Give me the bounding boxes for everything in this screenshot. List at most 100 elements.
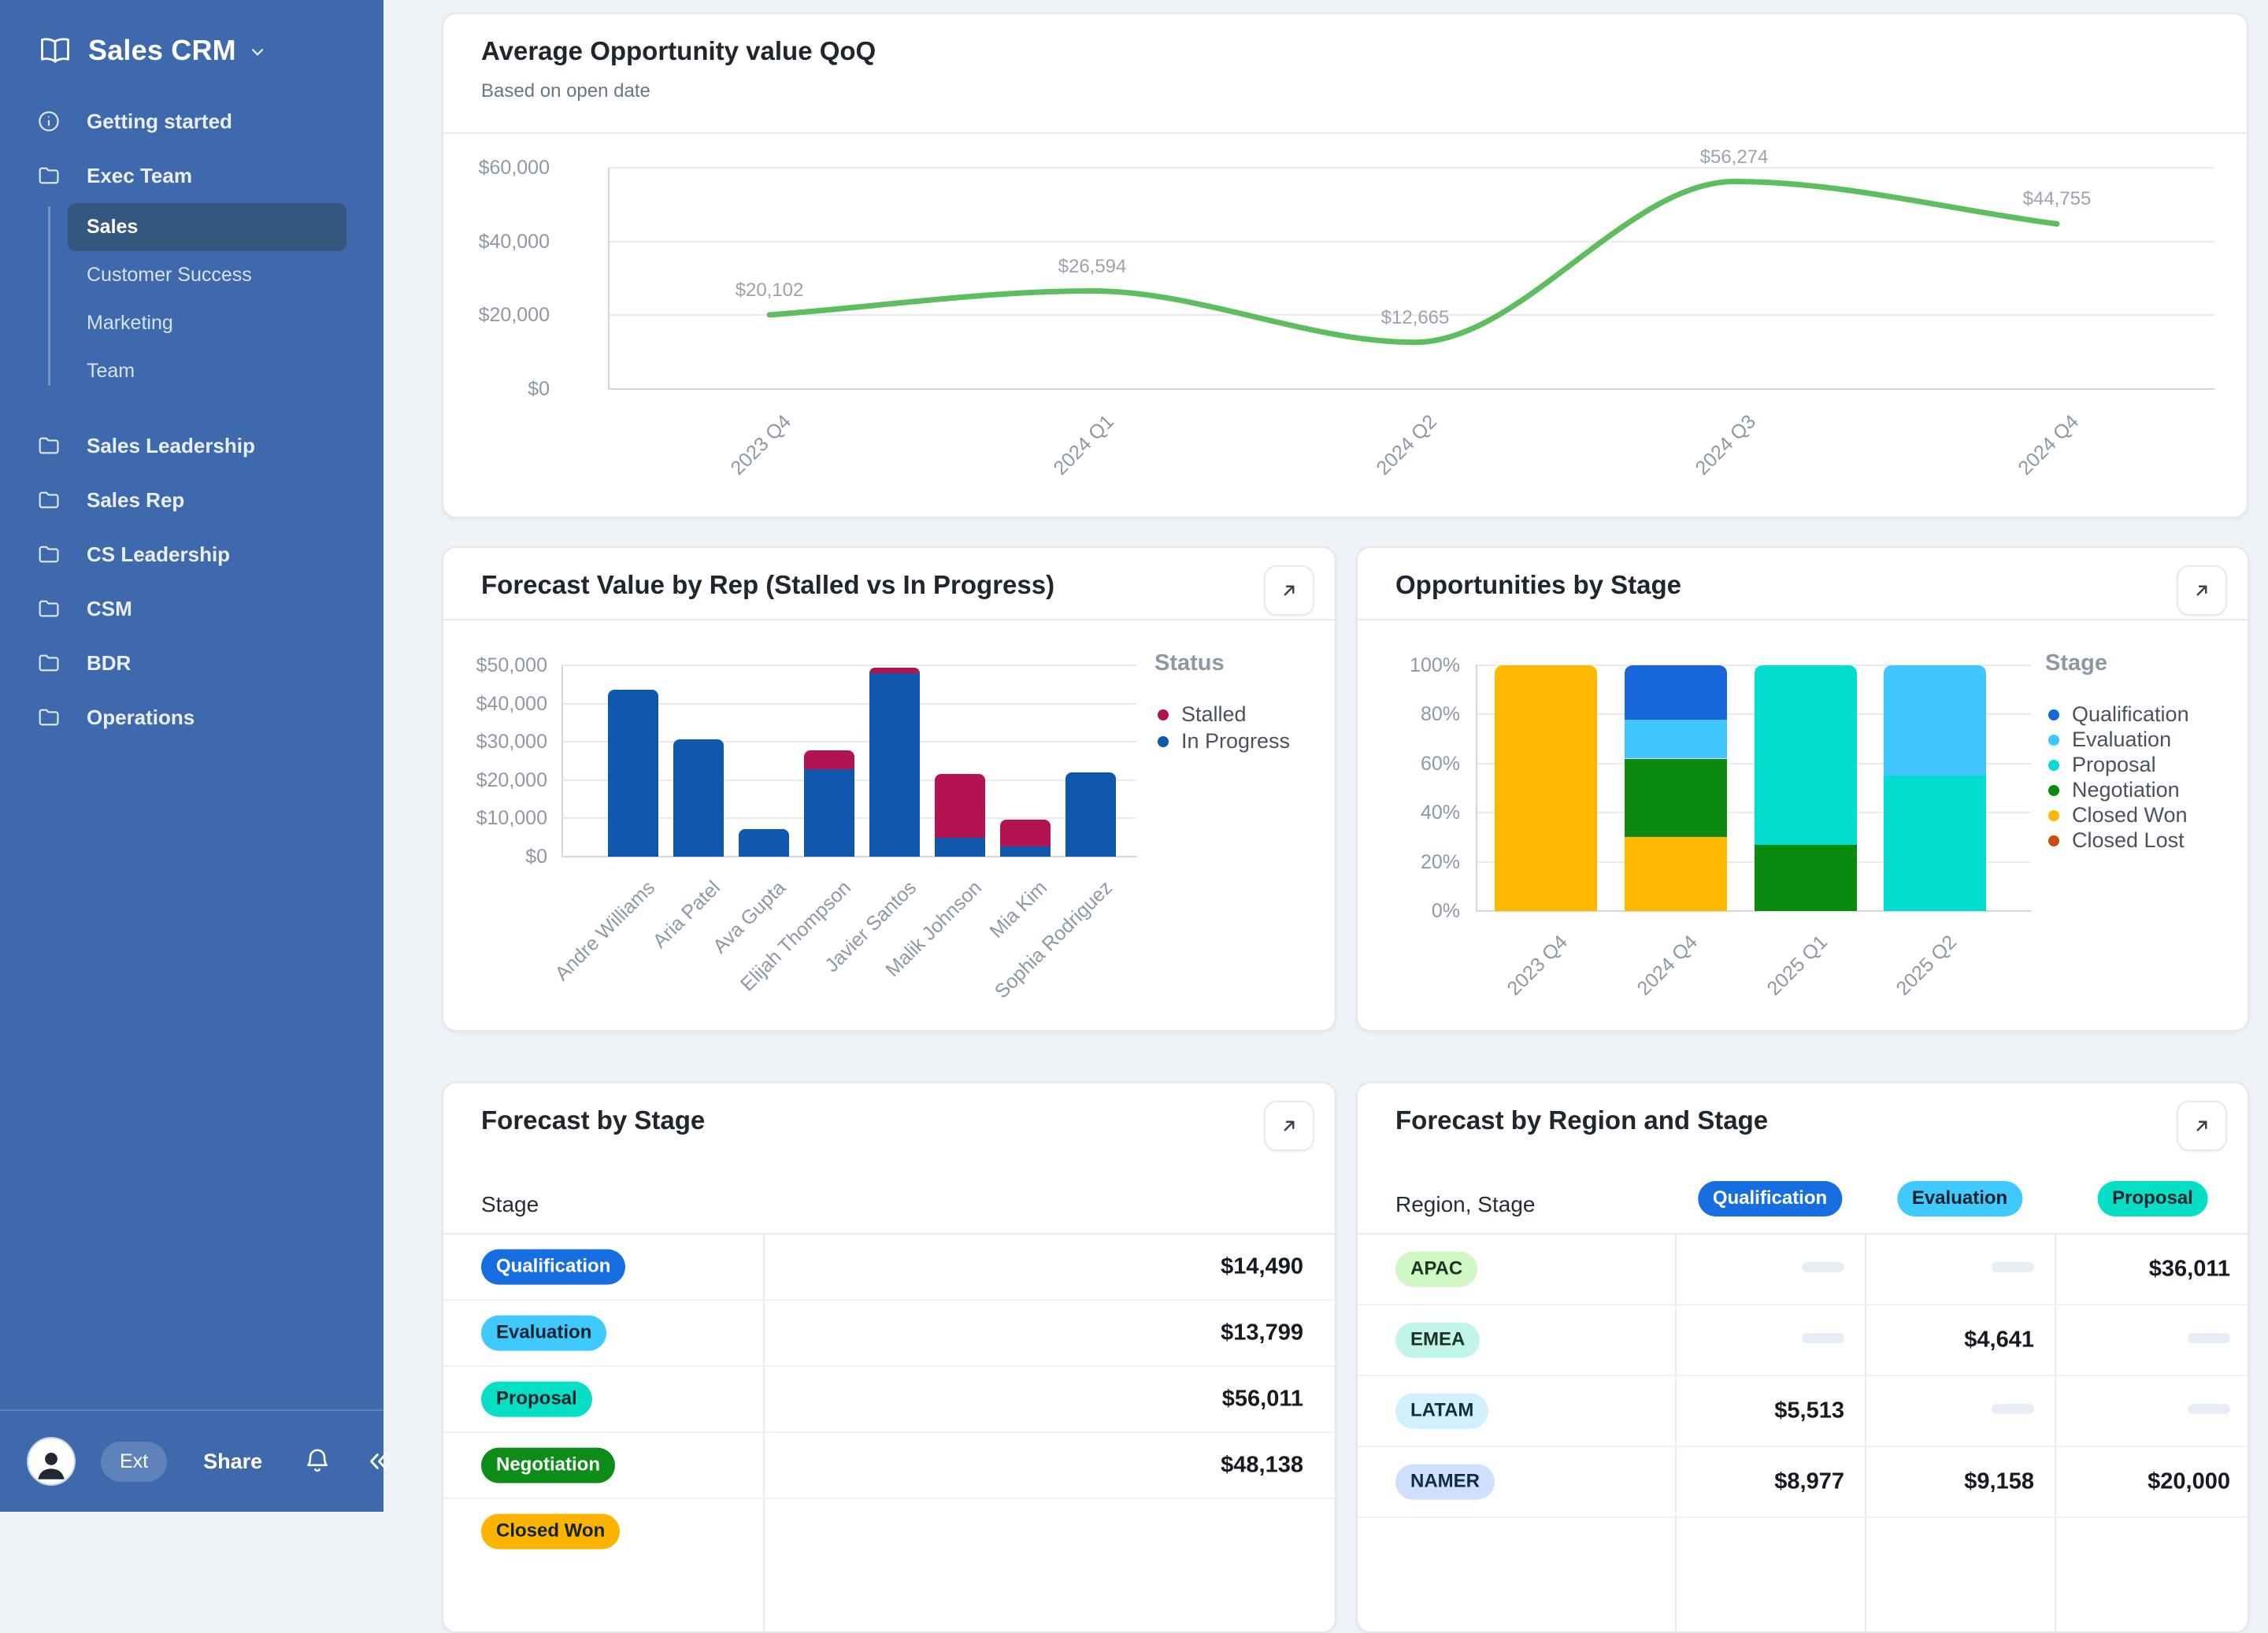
sidebar-item-sales[interactable]: Sales	[68, 203, 346, 251]
table-row: Proposal$56,011	[443, 1365, 1335, 1431]
bar-segment	[1065, 772, 1116, 857]
bar-segment	[1884, 776, 1986, 911]
table-row: LATAM$5,513	[1358, 1375, 2248, 1446]
y-axis-tick-label: 60%	[1358, 754, 1460, 774]
bar-segment	[1625, 665, 1727, 720]
legend-dot	[2048, 760, 2059, 771]
info-icon	[36, 109, 63, 135]
legend-item: Stalled	[1158, 702, 1247, 727]
legend-item: In Progress	[1158, 729, 1290, 754]
forecast-value: $8,977	[1774, 1469, 1844, 1494]
forecast-value: $48,138	[1221, 1453, 1303, 1479]
workspace-switcher[interactable]: Sales CRM	[0, 0, 384, 68]
bar-segment	[804, 750, 854, 769]
expand-arrow-icon	[2191, 1115, 2213, 1137]
card-forecast-by-region-and-stage: Forecast by Region and Stage Region, Sta…	[1356, 1082, 2249, 1633]
forecast-cell: $5,513	[1675, 1398, 1844, 1424]
empty-value-dash	[1992, 1404, 2034, 1414]
card-title: Forecast Value by Rep (Stalled vs In Pro…	[481, 570, 1054, 600]
bar-segment	[1755, 845, 1857, 911]
folder-icon	[36, 433, 63, 460]
bar-segment	[804, 769, 854, 857]
sidebar-item-customer-success[interactable]: Customer Success	[68, 251, 346, 299]
legend-label: Closed Lost	[2072, 828, 2185, 853]
sidebar-item-sales-rep[interactable]: Sales Rep	[0, 473, 384, 528]
legend-dot	[2048, 709, 2059, 720]
sidebar-item-label: BDR	[87, 651, 131, 676]
indent-rail	[48, 206, 50, 386]
gridline	[608, 241, 2214, 243]
bar-segment	[1000, 846, 1051, 857]
card-forecast-by-rep: Forecast Value by Rep (Stalled vs In Pro…	[442, 546, 1336, 1031]
x-axis-tick-label: 2024 Q4	[1633, 931, 1701, 999]
expand-button[interactable]	[2177, 1101, 2227, 1151]
bar-segment	[673, 739, 724, 857]
empty-value-dash	[1992, 1262, 2034, 1272]
page: Sales CRM Getting startedExec TeamSalesC…	[0, 0, 2268, 1512]
bar-segment	[1495, 665, 1597, 911]
card-title: Forecast by Region and Stage	[1395, 1105, 1768, 1135]
folder-icon	[36, 487, 63, 514]
y-axis-tick-label: $10,000	[443, 808, 547, 828]
forecast-cell	[2055, 1404, 2230, 1418]
legend-item: Qualification	[2048, 702, 2189, 727]
x-axis-tick-label: Sophia Rodriguez	[991, 877, 1116, 1002]
y-axis-line	[608, 168, 610, 389]
point-value-label: $12,665	[1381, 306, 1450, 330]
legend-title: Status	[1154, 650, 1225, 676]
collapse-sidebar-icon[interactable]	[365, 1448, 391, 1475]
x-axis-tick-label: 2024 Q1	[1050, 411, 1117, 479]
expand-button[interactable]	[1264, 565, 1314, 616]
x-axis-tick-label: 2024 Q3	[1692, 411, 1759, 479]
x-axis-tick-label: Andre Williams	[551, 877, 658, 984]
expand-arrow-icon	[1278, 580, 1300, 602]
sidebar-item-bdr[interactable]: BDR	[0, 636, 384, 691]
sidebar-item-getting-started[interactable]: Getting started	[0, 94, 384, 149]
share-button[interactable]: Share	[203, 1450, 262, 1474]
sidebar-item-exec-team[interactable]: Exec Team	[0, 149, 384, 203]
sidebar-item-marketing[interactable]: Marketing	[68, 299, 346, 347]
sidebar-item-operations[interactable]: Operations	[0, 691, 384, 745]
bar-segment	[1625, 720, 1727, 759]
x-axis-tick-label: Elijah Thompson	[737, 877, 855, 995]
forecast-value: $56,011	[1222, 1387, 1303, 1413]
sidebar-item-sales-leadership[interactable]: Sales Leadership	[0, 419, 384, 473]
y-axis-tick-label: $50,000	[443, 655, 547, 676]
gridline	[561, 665, 1136, 666]
sidebar-item-label: Sales Leadership	[87, 434, 255, 458]
empty-value-dash	[2188, 1404, 2230, 1414]
y-axis-tick-label: $20,000	[443, 305, 550, 325]
x-axis-tick-label: 2025 Q2	[1892, 931, 1960, 999]
x-axis-tick-label: 2024 Q2	[1373, 411, 1440, 479]
sidebar-item-label: Getting started	[87, 109, 232, 134]
table-row-divider	[1358, 1516, 2248, 1518]
sidebar: Sales CRM Getting startedExec TeamSalesC…	[0, 0, 384, 1512]
ext-button[interactable]: Ext	[101, 1442, 167, 1482]
region-pill: EMEA	[1395, 1323, 1480, 1358]
expand-button[interactable]	[1264, 1101, 1314, 1151]
gridline	[608, 167, 2214, 168]
y-axis-tick-label: $20,000	[443, 770, 547, 791]
bar-segment	[1884, 665, 1986, 776]
card-forecast-by-stage: Forecast by Stage Stage Qualification$14…	[442, 1082, 1336, 1633]
avatar[interactable]	[27, 1437, 76, 1486]
chevron-down-icon	[247, 42, 268, 62]
table-row: Evaluation$13,799	[443, 1299, 1335, 1365]
x-axis-tick-label: Mia Kim	[986, 877, 1051, 942]
sidebar-item-team[interactable]: Team	[68, 347, 346, 395]
notifications-bell-icon[interactable]	[303, 1447, 332, 1476]
bar-segment	[935, 774, 985, 838]
legend-dot	[2048, 810, 2059, 821]
expand-button[interactable]	[2177, 565, 2227, 616]
legend-label: Negotiation	[2072, 778, 2180, 802]
legend-title: Stage	[2045, 650, 2107, 676]
bar-segment	[608, 690, 658, 857]
legend-item: Closed Lost	[2048, 828, 2185, 853]
sidebar-item-cs-leadership[interactable]: CS Leadership	[0, 528, 384, 582]
bar-segment	[935, 838, 985, 857]
sidebar-item-csm[interactable]: CSM	[0, 582, 384, 636]
forecast-cell	[1675, 1333, 1844, 1347]
forecast-value: $4,641	[1964, 1328, 2034, 1353]
forecast-value: $5,513	[1774, 1398, 1844, 1424]
bar-segment	[869, 668, 920, 672]
